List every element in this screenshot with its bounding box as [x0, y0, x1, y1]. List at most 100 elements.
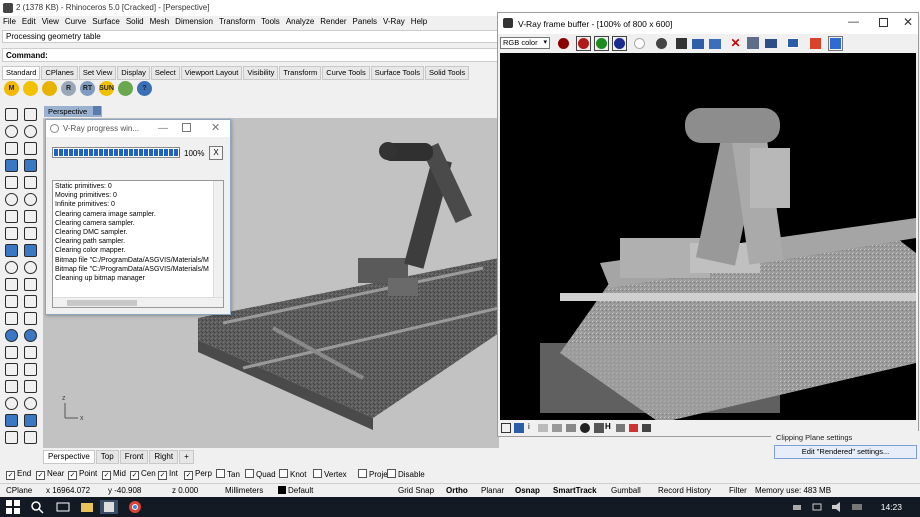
- levels-icon[interactable]: [514, 423, 524, 433]
- sphere-tool-icon[interactable]: [22, 225, 39, 242]
- menu-item-panels[interactable]: Panels: [350, 16, 380, 28]
- toolbar-tab-cplanes[interactable]: CPlanes: [41, 66, 78, 80]
- osnap-near[interactable]: ✓ Near: [36, 469, 64, 480]
- channel-select[interactable]: RGB color ▾: [500, 37, 550, 49]
- task-view-icon[interactable]: [56, 500, 70, 514]
- toolbar-tab-curve-tools[interactable]: Curve Tools: [322, 66, 370, 80]
- menu-item-help[interactable]: Help: [408, 16, 430, 28]
- windows-start-icon[interactable]: [6, 500, 20, 514]
- mirror-tool-icon[interactable]: [3, 344, 20, 361]
- duplicate-icon[interactable]: [708, 36, 723, 51]
- toolbar-tab-display[interactable]: Display: [117, 66, 150, 80]
- compare-icon[interactable]: [616, 424, 625, 432]
- region-render-icon[interactable]: [786, 36, 801, 51]
- menu-item-surface[interactable]: Surface: [89, 16, 123, 28]
- log-scrollbar[interactable]: [213, 181, 223, 307]
- menu-item-edit[interactable]: Edit: [19, 16, 39, 28]
- file-explorer-icon[interactable]: [80, 500, 94, 514]
- surface-tool-icon[interactable]: [3, 208, 20, 225]
- select-tool-icon[interactable]: [3, 106, 20, 123]
- toolbar-tab-solid-tools[interactable]: Solid Tools: [425, 66, 470, 80]
- osnap-tan[interactable]: Tan: [216, 469, 240, 479]
- checkbox-icon[interactable]: [279, 469, 288, 478]
- clear-icon[interactable]: ✕: [728, 36, 743, 51]
- toolbar-tab-visibility[interactable]: Visibility: [243, 66, 279, 80]
- checkbox-icon[interactable]: [216, 469, 225, 478]
- menu-item-render[interactable]: Render: [317, 16, 349, 28]
- checkbox-icon[interactable]: ✓: [102, 471, 111, 480]
- search-icon[interactable]: [30, 500, 44, 514]
- osnap-mid[interactable]: ✓ Mid: [102, 469, 126, 480]
- toolbar-tab-select[interactable]: Select: [150, 66, 180, 80]
- filter-toggle[interactable]: Filter: [729, 486, 747, 495]
- rhino-taskbar-icon[interactable]: [100, 500, 118, 514]
- toolbar-tab-set-view[interactable]: Set View: [78, 66, 117, 80]
- vray-render-icon[interactable]: R: [61, 81, 76, 96]
- menu-item-solid[interactable]: Solid: [123, 16, 147, 28]
- text-tool-icon[interactable]: [3, 361, 20, 378]
- checkbox-icon[interactable]: ✓: [184, 471, 193, 480]
- smarttrack-toggle[interactable]: SmartTrack: [553, 486, 597, 495]
- srgb-icon[interactable]: [828, 36, 843, 51]
- split-tool-icon[interactable]: [3, 276, 20, 293]
- checkbox-icon[interactable]: [313, 469, 322, 478]
- checkbox-icon[interactable]: [387, 469, 396, 478]
- mesh-tool-icon[interactable]: [22, 242, 39, 259]
- edit-rendered-settings-button[interactable]: Edit "Rendered" settings...: [774, 445, 917, 459]
- planar-toggle[interactable]: Planar: [481, 486, 504, 495]
- settings-icon[interactable]: [642, 424, 651, 432]
- vray-m-icon[interactable]: M: [4, 81, 19, 96]
- group-tool-icon[interactable]: [3, 395, 20, 412]
- chrome-icon[interactable]: [128, 500, 142, 514]
- log-hscrollbar[interactable]: [53, 297, 223, 307]
- minimize-icon[interactable]: —: [848, 16, 859, 28]
- lut-icon[interactable]: [808, 36, 823, 51]
- osnap-quad[interactable]: Quad: [245, 469, 276, 479]
- taskbar-clock[interactable]: 14:23: [881, 502, 902, 512]
- toolbar-tab-transform[interactable]: Transform: [279, 66, 322, 80]
- pin-icon[interactable]: [629, 424, 638, 432]
- menu-item-transform[interactable]: Transform: [216, 16, 258, 28]
- viewport-tab-perspective[interactable]: Perspective: [43, 450, 95, 464]
- menu-item-tools[interactable]: Tools: [258, 16, 283, 28]
- boolean-tool-icon[interactable]: [3, 259, 20, 276]
- minimize-icon[interactable]: —: [158, 123, 168, 134]
- corrections-icon[interactable]: [501, 423, 511, 433]
- scale-tool-icon[interactable]: [22, 327, 39, 344]
- vray-object-icon[interactable]: [23, 81, 38, 96]
- render-tool-icon[interactable]: [22, 412, 39, 429]
- move-tool-icon[interactable]: [3, 310, 20, 327]
- copy-tool-icon[interactable]: [22, 310, 39, 327]
- close-icon[interactable]: ✕: [903, 15, 913, 29]
- fillet-tool-icon[interactable]: [22, 191, 39, 208]
- explode-tool-icon[interactable]: [22, 293, 39, 310]
- hatch-tool-icon[interactable]: [3, 378, 20, 395]
- history-icon[interactable]: H: [605, 422, 611, 431]
- osnap-cen[interactable]: ✓ Cen: [130, 469, 156, 480]
- vray-help-icon[interactable]: ?: [137, 81, 152, 96]
- red-channel-button[interactable]: [576, 36, 591, 51]
- line-tool-icon[interactable]: [3, 123, 20, 140]
- array-tool-icon[interactable]: [22, 344, 39, 361]
- command-line[interactable]: Command:: [2, 48, 502, 62]
- viewport-menu-icon[interactable]: [93, 106, 102, 115]
- network-icon[interactable]: [810, 500, 824, 514]
- close-icon[interactable]: ✕: [211, 121, 220, 134]
- red-channel-icon[interactable]: [556, 36, 571, 51]
- toolbar-tab-surface-tools[interactable]: Surface Tools: [370, 66, 425, 80]
- gumball-toggle[interactable]: Gumball: [611, 486, 641, 495]
- info-icon[interactable]: i: [528, 422, 530, 431]
- exposure-icon[interactable]: [552, 424, 562, 432]
- record-history-toggle[interactable]: Record History: [658, 486, 711, 495]
- menu-item-analyze[interactable]: Analyze: [283, 16, 317, 28]
- blue-channel-button[interactable]: [612, 36, 627, 51]
- track-mouse-icon[interactable]: [746, 36, 761, 51]
- viewport-title-tab[interactable]: Perspective: [44, 106, 102, 117]
- checkbox-icon[interactable]: ✓: [36, 471, 45, 480]
- osnap-knot[interactable]: Knot: [279, 469, 306, 479]
- alpha-channel-icon[interactable]: [632, 36, 647, 51]
- volume-icon[interactable]: [830, 500, 844, 514]
- green-channel-button[interactable]: [594, 36, 609, 51]
- rendered-image[interactable]: [500, 53, 916, 420]
- grid-snap-toggle[interactable]: Grid Snap: [398, 486, 434, 495]
